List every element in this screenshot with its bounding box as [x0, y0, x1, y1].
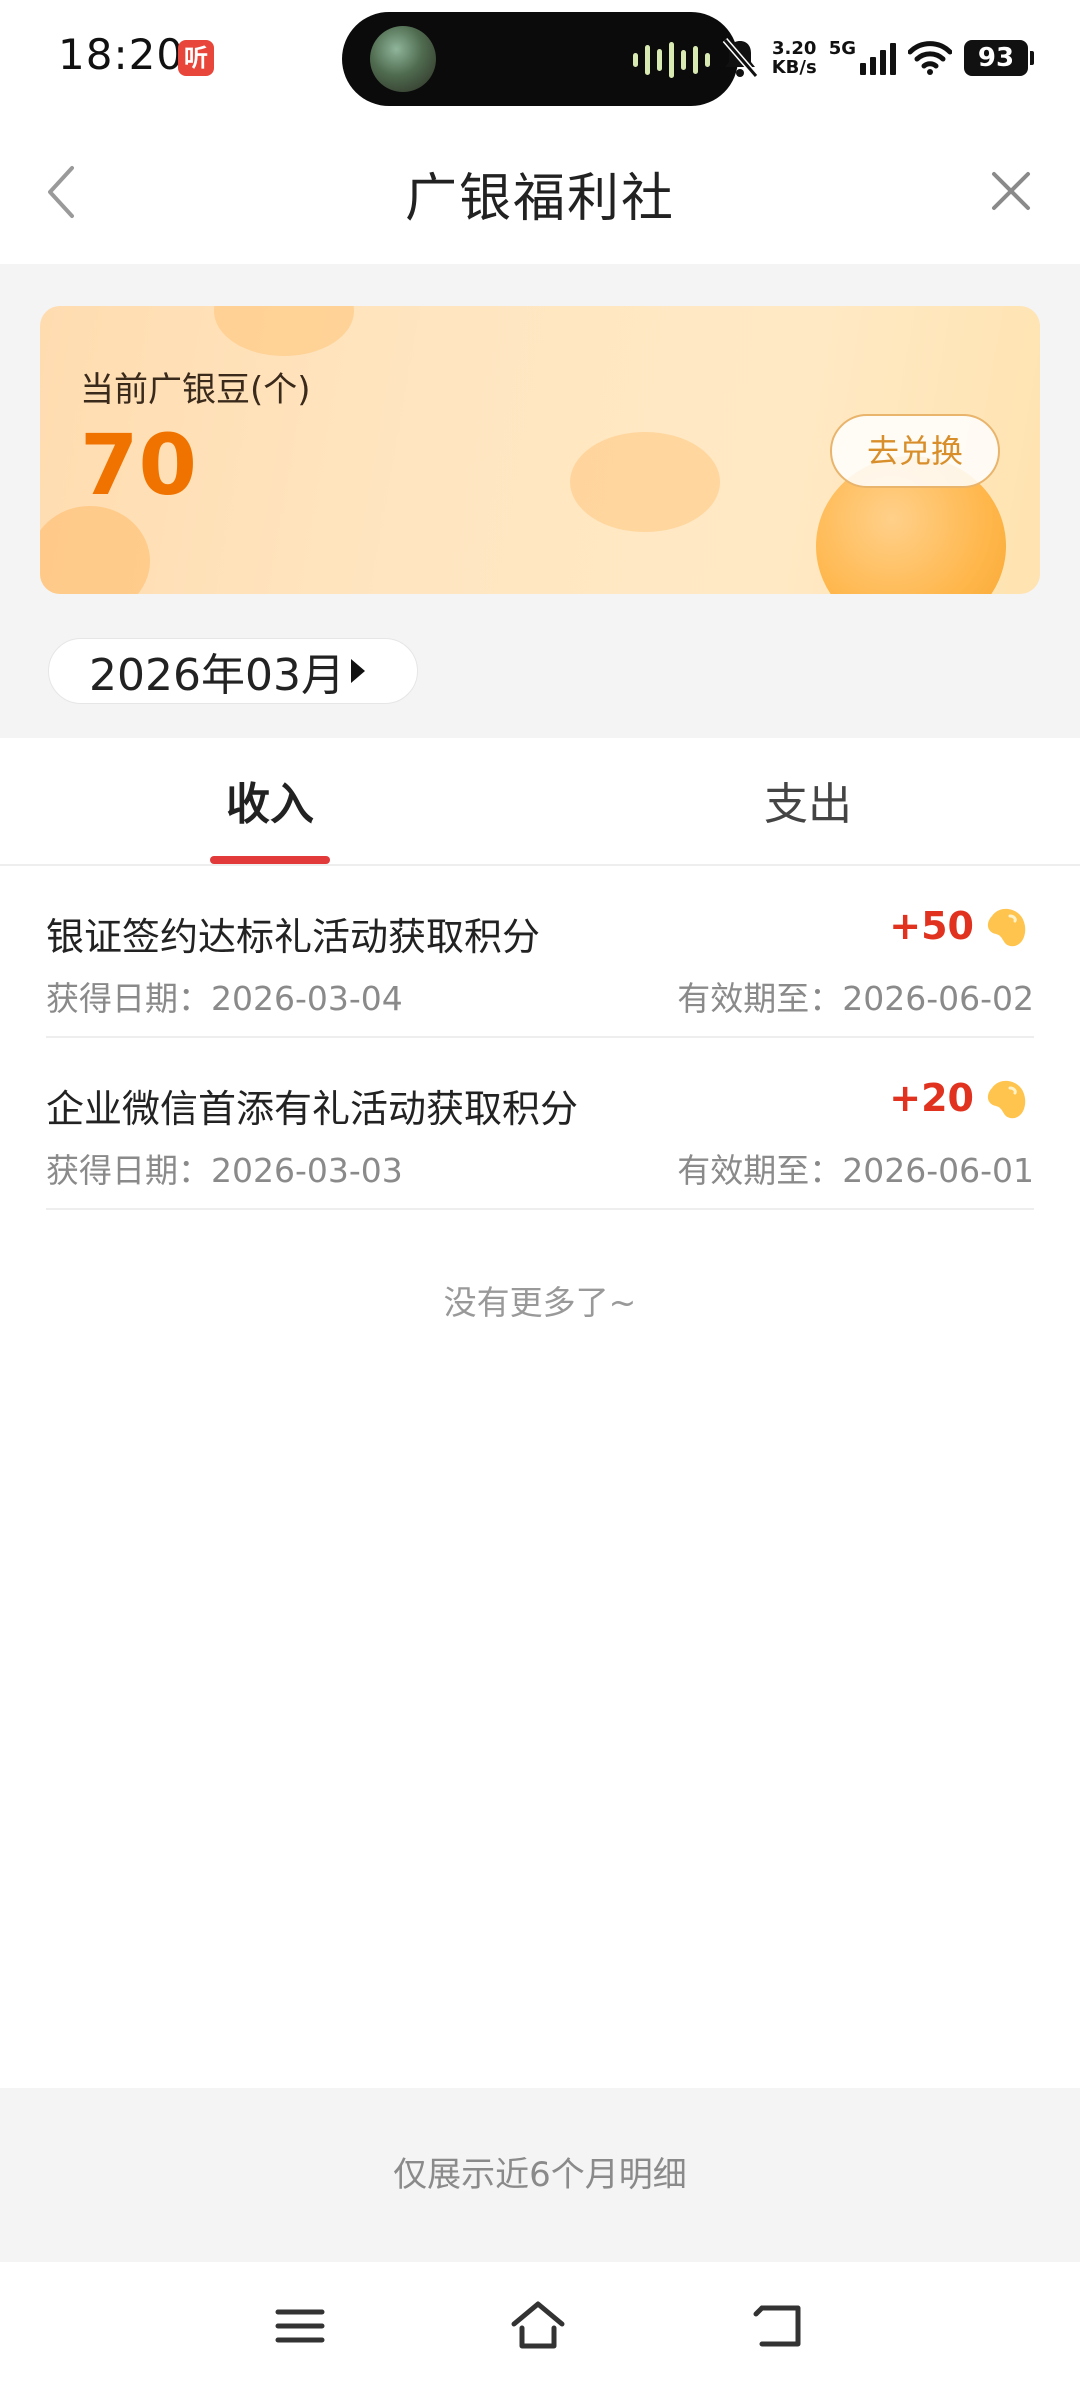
status-time: 18:20 — [58, 30, 185, 79]
net-speed-value: 3.20 — [771, 38, 817, 59]
network-type: 5G — [828, 37, 856, 59]
system-nav-bar — [0, 2262, 1080, 2388]
record-title: 银证签约达标礼活动获取积分 — [46, 915, 541, 959]
list-item[interactable]: 企业微信首添有礼活动获取积分 +20 获得日期：2026-03-03 有效期至：… — [46, 1038, 1034, 1210]
nav-bar: 广银福利社 — [0, 118, 1080, 264]
audio-wave-icon — [633, 42, 710, 78]
menu-icon[interactable] — [272, 2298, 328, 2354]
dynamic-island[interactable] — [342, 12, 738, 106]
record-obtained-date: 获得日期：2026-03-03 — [46, 1151, 403, 1190]
net-speed: 3.20 KB/s — [772, 39, 817, 77]
redeem-button[interactable]: 去兑换 — [830, 414, 1000, 488]
record-obtained-date: 获得日期：2026-03-04 — [46, 979, 403, 1018]
bean-icon — [987, 1080, 1026, 1119]
tabs: 收入 支出 — [0, 738, 1080, 866]
month-picker-label: 2026年03月 — [89, 650, 345, 701]
bean-icon — [987, 908, 1026, 947]
record-expiry-date: 有效期至：2026-06-02 — [677, 979, 1034, 1018]
caret-right-icon — [350, 659, 365, 683]
signal-icon — [860, 41, 896, 75]
record-expiry-date: 有效期至：2026-06-01 — [677, 1151, 1034, 1190]
listen-app-icon: 听 — [178, 40, 214, 76]
record-points: +20 — [889, 1076, 974, 1120]
tab-income[interactable]: 收入 — [226, 768, 314, 832]
bean-balance-card: 当前广银豆(个) 70 去兑换 — [40, 306, 1040, 594]
back-icon[interactable] — [752, 2298, 808, 2354]
media-artwork-icon — [370, 26, 436, 92]
bean-balance-label: 当前广银豆(个) — [80, 370, 311, 410]
bean-balance-value: 70 — [80, 416, 197, 514]
record-title: 企业微信首添有礼活动获取积分 — [46, 1087, 579, 1131]
page-title: 广银福利社 — [404, 169, 675, 229]
active-tab-indicator — [210, 856, 330, 864]
no-more-text: 没有更多了~ — [443, 1283, 637, 1322]
bean-decoration-icon — [40, 506, 150, 594]
home-icon[interactable] — [510, 2298, 566, 2354]
status-icons: 3.20 KB/s 5G 93 — [720, 30, 1034, 86]
close-icon[interactable] — [986, 166, 1036, 216]
list-item[interactable]: 银证签约达标礼活动获取积分 +50 获得日期：2026-03-04 有效期至：2… — [46, 866, 1034, 1038]
bell-muted-icon — [722, 38, 758, 78]
net-speed-unit: KB/s — [771, 57, 817, 78]
bean-decoration-icon — [214, 306, 354, 356]
wifi-icon — [908, 41, 952, 75]
footer-note: 仅展示近6个月明细 — [0, 2088, 1080, 2262]
status-bar: 18:20 听 3.20 KB/s 5G 93 — [0, 0, 1080, 118]
battery-icon: 93 — [964, 40, 1034, 76]
tab-expense[interactable]: 支出 — [764, 768, 852, 832]
record-points: +50 — [889, 904, 974, 948]
bean-decoration-icon — [570, 432, 720, 532]
month-picker[interactable]: 2026年03月 — [48, 638, 418, 704]
